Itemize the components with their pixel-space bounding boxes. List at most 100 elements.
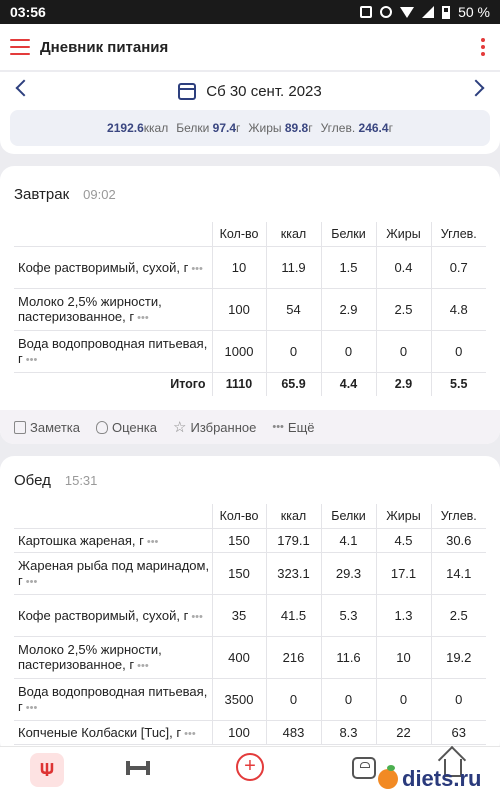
favorite-label: Избранное	[190, 419, 257, 435]
current-date[interactable]: Сб 30 сент. 2023	[206, 83, 321, 100]
food-column-header	[14, 222, 213, 247]
column-header-kcal: ккал	[266, 504, 322, 529]
wifi-icon	[400, 6, 415, 18]
note-button[interactable]: Заметка	[14, 420, 80, 435]
carbs-cell: 14.1	[431, 552, 486, 595]
carbs-cell: 30.6	[431, 528, 486, 553]
summary-protein-value: 97.4	[212, 121, 237, 135]
meal-name: Обед	[14, 471, 51, 489]
food-cell[interactable]: Вода водопроводная питьевая, г •••	[14, 330, 213, 373]
qty-cell[interactable]: 10	[212, 246, 267, 289]
food-cell[interactable]: Картошка жареная, г •••	[14, 528, 213, 553]
app-bar: Дневник питания	[0, 24, 500, 70]
more-dots-icon[interactable]: •••	[184, 728, 196, 740]
next-day-icon[interactable]	[467, 79, 485, 97]
table-row[interactable]: Жареная рыба под маринадом, г ••• 150 323…	[14, 552, 486, 595]
vibrate-icon	[360, 6, 373, 18]
more-dots-icon[interactable]: •••	[191, 611, 203, 623]
qty-cell[interactable]: 400	[212, 636, 267, 679]
protein-cell: 8.3	[321, 720, 377, 745]
dumbbell-icon[interactable]	[126, 761, 150, 775]
more-dots-icon[interactable]: •••	[26, 576, 38, 588]
column-header-protein: Белки	[321, 222, 377, 247]
table-header-row: Кол-во ккал Белки Жиры Углев.	[14, 222, 486, 247]
qty-cell[interactable]: 3500	[212, 678, 267, 721]
fat-cell: 2.5	[376, 288, 432, 331]
qty-cell[interactable]: 1000	[212, 330, 267, 373]
scale-icon[interactable]	[352, 757, 376, 779]
food-name: Жареная рыба под маринадом, г	[18, 558, 210, 588]
diary-fork-knife-icon[interactable]: 𝚿	[30, 753, 64, 787]
carbs-cell: 0	[431, 678, 486, 721]
more-dots-icon[interactable]: •••	[26, 702, 38, 714]
column-header-fat: Жиры	[376, 222, 432, 247]
protein-cell: 11.6	[321, 636, 377, 679]
signal-icon	[422, 6, 435, 18]
table-row[interactable]: Кофе растворимый, сухой, г ••• 35 41.5 5.…	[14, 594, 486, 637]
rate-label: Оценка	[111, 419, 158, 435]
table-row[interactable]: Молоко 2,5% жирности, пастеризованное, г…	[14, 288, 486, 331]
daily-summary: 2192.6 ккал Белки 97.4 г Жиры 89.8 г Углев.…	[10, 110, 490, 146]
summary-fat-unit: г	[308, 121, 313, 135]
meal-actions: Заметка Оценка ☆ Избранное ••• Ещё	[0, 410, 500, 444]
meal-header[interactable]: Обед 15:31	[0, 456, 500, 504]
more-dots-icon[interactable]: •••	[26, 354, 38, 366]
column-header-carbs: Углев.	[431, 222, 486, 247]
table-row[interactable]: Вода водопроводная питьевая, г ••• 1000 0…	[14, 330, 486, 373]
total-kcal: 65.9	[266, 372, 322, 396]
total-label: Итого	[14, 372, 213, 396]
table-row[interactable]: Вода водопроводная питьевая, г ••• 3500 0…	[14, 678, 486, 721]
column-header-kcal: ккал	[266, 222, 322, 247]
more-dots-icon[interactable]: •••	[137, 312, 149, 324]
more-dots-icon[interactable]: •••	[147, 536, 159, 548]
menu-icon[interactable]	[10, 39, 30, 55]
meal-card-lunch: Обед 15:31 Кол-во ккал Белки Жиры Углев.…	[0, 456, 500, 756]
food-column-header	[14, 504, 213, 529]
more-options-icon[interactable]	[476, 38, 490, 56]
total-carbs: 5.5	[450, 377, 468, 392]
star-icon: ☆	[173, 418, 187, 436]
more-dots-icon: •••	[272, 421, 284, 433]
food-name: Вода водопроводная питьевая, г	[18, 684, 208, 714]
rate-button[interactable]: Оценка	[95, 419, 158, 435]
bulb-icon	[95, 420, 108, 434]
more-button[interactable]: ••• Ещё	[272, 420, 314, 435]
table-row[interactable]: Молоко 2,5% жирности, пастеризованное, г…	[14, 636, 486, 679]
note-icon	[14, 420, 26, 434]
food-cell[interactable]: Жареная рыба под маринадом, г •••	[14, 552, 213, 595]
food-cell[interactable]: Кофе растворимый, сухой, г •••	[14, 246, 213, 289]
add-circle-icon[interactable]: +	[236, 753, 264, 781]
prev-day-icon[interactable]	[15, 79, 33, 97]
qty-cell[interactable]: 35	[212, 594, 267, 637]
fat-cell: 1.3	[376, 594, 432, 637]
carbs-cell: 0	[431, 330, 486, 373]
column-header-qty: Кол-во	[212, 222, 267, 247]
food-cell[interactable]: Молоко 2,5% жирности, пастеризованное, г…	[14, 636, 213, 679]
table-row[interactable]: Кофе растворимый, сухой, г ••• 10 11.9 1.…	[14, 246, 486, 289]
calendar-icon[interactable]	[178, 82, 197, 100]
favorite-button[interactable]: ☆ Избранное	[173, 420, 256, 435]
table-row[interactable]: Картошка жареная, г ••• 150 179.1 4.1 4.5…	[14, 528, 486, 553]
table-row[interactable]: Копченые Колбаски [Tuc], г ••• 100 483 8.…	[14, 720, 486, 745]
meal-header[interactable]: Завтрак 09:02	[0, 166, 500, 222]
food-name: Вода водопроводная питьевая, г	[18, 336, 208, 366]
qty-cell[interactable]: 100	[212, 288, 267, 331]
qty-cell[interactable]: 150	[212, 528, 267, 553]
food-cell[interactable]: Кофе растворимый, сухой, г •••	[14, 594, 213, 637]
column-header-protein: Белки	[321, 504, 377, 529]
more-dots-icon[interactable]: •••	[191, 263, 203, 275]
date-card: Сб 30 сент. 2023 2192.6 ккал Белки 97.4 г …	[0, 72, 500, 154]
date-row: Сб 30 сент. 2023	[0, 72, 500, 110]
food-cell[interactable]: Копченые Колбаски [Tuc], г •••	[14, 720, 213, 745]
watermark: diets.ru	[378, 765, 481, 792]
status-time: 03:56	[10, 4, 46, 20]
food-name: Кофе растворимый, сухой, г	[18, 259, 189, 275]
food-cell[interactable]: Молоко 2,5% жирности, пастеризованное, г…	[14, 288, 213, 331]
qty-cell[interactable]: 150	[212, 552, 267, 595]
protein-cell: 5.3	[321, 594, 377, 637]
note-label: Заметка	[30, 419, 80, 435]
qty-cell[interactable]: 100	[212, 720, 267, 745]
more-dots-icon[interactable]: •••	[137, 660, 149, 672]
carbs-cell: 4.8	[431, 288, 486, 331]
food-cell[interactable]: Вода водопроводная питьевая, г •••	[14, 678, 213, 721]
